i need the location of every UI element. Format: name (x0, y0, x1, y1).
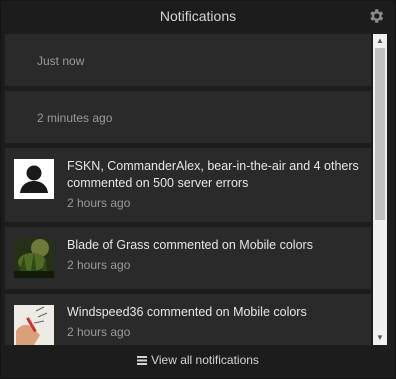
windspeed36-avatar (14, 305, 54, 345)
menu-icon (137, 356, 148, 365)
notification-message: Blade of Grass commented on Mobile color… (67, 238, 313, 252)
notification-time: 2 hours ago (67, 196, 131, 210)
user-silhouette-icon (14, 159, 54, 199)
blade-of-grass-avatar (14, 238, 54, 278)
notification-time: 2 minutes ago (37, 111, 113, 125)
notification-message: Windspeed36 commented on Mobile colors (67, 305, 307, 319)
notification-item[interactable]: FSKN, CommanderAlex, bear-in-the-air and… (5, 148, 371, 222)
scroll-down-arrow-icon[interactable]: ▼ (373, 331, 387, 345)
default-user-avatar (14, 159, 54, 199)
gear-icon[interactable] (367, 7, 385, 25)
notification-item[interactable]: 2 minutes ago (5, 91, 371, 143)
grass-image (14, 238, 54, 278)
scroll-up-arrow-icon[interactable]: ▲ (373, 34, 387, 48)
scrollbar[interactable]: ▲ ▼ (373, 34, 387, 345)
hand-drawing-image (14, 305, 54, 345)
panel-title: Notifications (159, 8, 237, 24)
notification-item[interactable]: Windspeed36 commented on Mobile colors 2… (5, 294, 371, 345)
scrollbar-thumb[interactable] (375, 48, 385, 220)
notifications-header: Notifications (1, 1, 395, 32)
view-all-notifications-link[interactable]: View all notifications (1, 345, 395, 378)
notification-item[interactable]: Just now (5, 34, 371, 86)
view-all-label: View all notifications (151, 353, 259, 367)
notification-list: Just now 2 minutes ago FSKN, CommanderAl… (5, 34, 371, 345)
notification-time: 2 hours ago (67, 258, 131, 272)
notification-time: Just now (37, 54, 85, 68)
notification-message: FSKN, CommanderAlex, bear-in-the-air and… (67, 159, 359, 190)
notification-time: 2 hours ago (67, 325, 131, 339)
notification-item[interactable]: Blade of Grass commented on Mobile color… (5, 227, 371, 289)
notifications-panel: Notifications Just now 2 minutes ago FSK… (0, 0, 396, 379)
